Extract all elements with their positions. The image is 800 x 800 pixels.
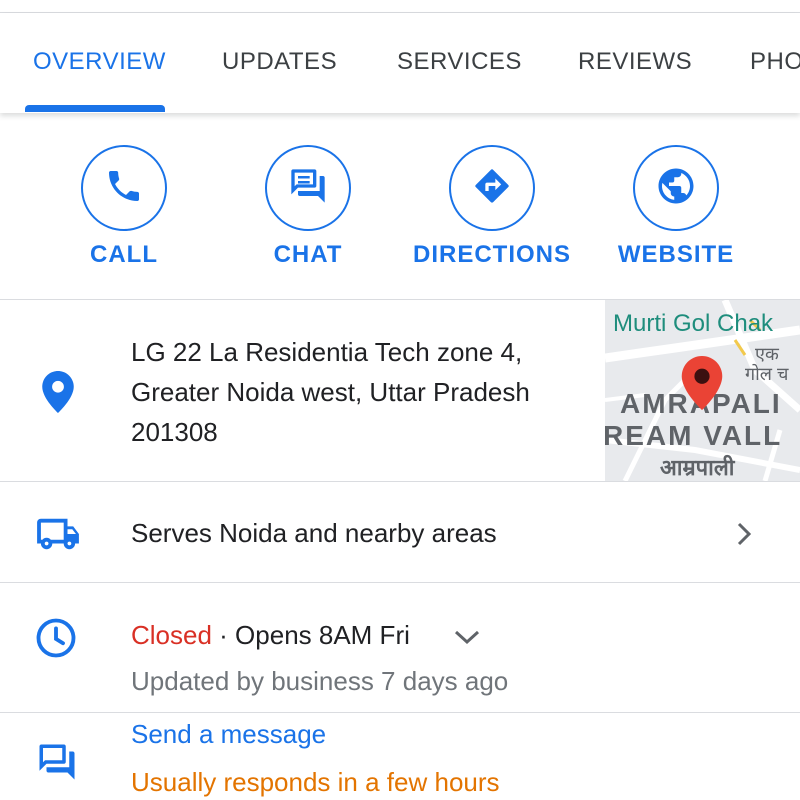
location-pin-icon [38, 370, 78, 414]
service-area-text[interactable]: Serves Noida and nearby areas [131, 518, 497, 549]
message-icon [34, 740, 80, 784]
directions-icon [472, 166, 512, 211]
send-message-link[interactable]: Send a message [131, 719, 326, 750]
opens-time: Opens 8AM Fri [235, 620, 410, 650]
tab-overview[interactable]: OVERVIEW [33, 48, 166, 76]
closed-status: Closed [131, 620, 212, 650]
address-line: LG 22 La Residentia Tech zone 4, [131, 337, 523, 367]
divider [0, 582, 800, 583]
map-label: Murti Gol Chak [613, 310, 774, 337]
map-label: आम्रपाली [660, 455, 735, 480]
response-time-note: Usually responds in a few hours [131, 767, 500, 797]
website-button[interactable]: WEBSITE [596, 145, 756, 269]
divider [0, 481, 800, 482]
chevron-right-icon[interactable] [730, 519, 758, 549]
map-thumbnail[interactable]: Murti Gol Chak एक गोल च AMRAPALI REAM VA… [605, 300, 800, 481]
truck-icon [34, 514, 82, 554]
chat-button-circle [265, 145, 351, 231]
chat-label: CHAT [273, 241, 343, 268]
website-label: WEBSITE [617, 241, 735, 268]
chat-icon [288, 166, 328, 211]
globe-icon [655, 165, 697, 212]
chevron-down-icon[interactable] [452, 624, 482, 650]
address-line: Greater Noida west, Uttar Pradesh [131, 377, 530, 407]
hours-status[interactable]: Closed · Opens 8AM Fri [131, 620, 410, 651]
hours-separator: · [211, 620, 236, 650]
chat-button[interactable]: CHAT [228, 145, 388, 269]
directions-button[interactable]: DIRECTIONS [412, 145, 572, 269]
website-button-circle [633, 145, 719, 231]
directions-button-circle [449, 145, 535, 231]
hours-updated-note: Updated by business 7 days ago [131, 666, 509, 696]
phone-icon [104, 166, 144, 211]
call-label: CALL [90, 241, 158, 268]
active-tab-indicator [25, 105, 165, 112]
address-line: 201308 [131, 417, 218, 447]
address[interactable]: LG 22 La Residentia Tech zone 4, Greater… [131, 332, 581, 452]
directions-label: DIRECTIONS [412, 241, 571, 268]
tab-photos[interactable]: PHO [750, 48, 800, 76]
clock-icon [34, 616, 78, 660]
call-button[interactable]: CALL [44, 145, 204, 269]
tab-updates[interactable]: UPDATES [222, 48, 337, 76]
map-label: गोल च [745, 364, 789, 384]
divider [0, 712, 800, 713]
tab-reviews[interactable]: REVIEWS [578, 48, 692, 76]
tab-services[interactable]: SERVICES [397, 48, 522, 76]
call-button-circle [81, 145, 167, 231]
map-label: REAM VALL [605, 420, 783, 451]
tab-bar: OVERVIEW UPDATES SERVICES REVIEWS PHO [0, 13, 800, 113]
